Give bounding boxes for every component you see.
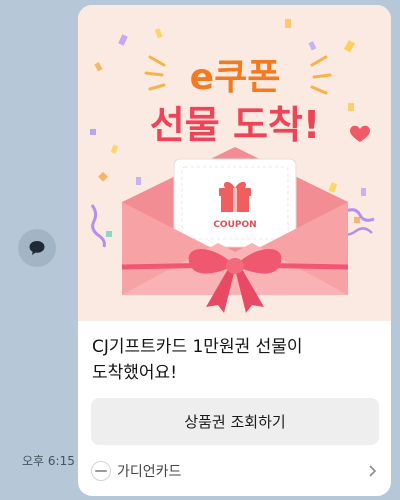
message-text: CJ기프트카드 1만원권 선물이 도착했어요! [92, 334, 382, 386]
coupon-message-card[interactable]: e쿠폰 선물 도착! COUPON CJ기프트카드 1만원권 선물이 도착했어요… [78, 5, 391, 496]
channel-name: 가디언카드 [117, 464, 182, 480]
share-button[interactable] [18, 229, 56, 267]
banner-headline-bottom: 선물 도착! [150, 103, 320, 147]
speech-bubble-icon [29, 241, 45, 255]
message-timestamp: 오후 6:15 [22, 454, 75, 468]
coupon-banner[interactable]: e쿠폰 선물 도착! COUPON [78, 5, 391, 321]
message-line-1: CJ기프트카드 1만원권 선물이 [92, 337, 303, 357]
coupon-label: COUPON [213, 220, 256, 230]
banner-headline-top: e쿠폰 [190, 57, 281, 98]
envelope-illustration: COUPON [121, 147, 349, 313]
channel-footer[interactable]: 가디언카드 [91, 458, 379, 484]
heart-icon [350, 125, 370, 142]
chevron-right-icon [369, 465, 377, 477]
view-gift-card-button[interactable]: 상품권 조회하기 [91, 398, 379, 445]
channel-logo-icon [91, 461, 111, 481]
message-line-2: 도착했어요! [92, 363, 178, 383]
